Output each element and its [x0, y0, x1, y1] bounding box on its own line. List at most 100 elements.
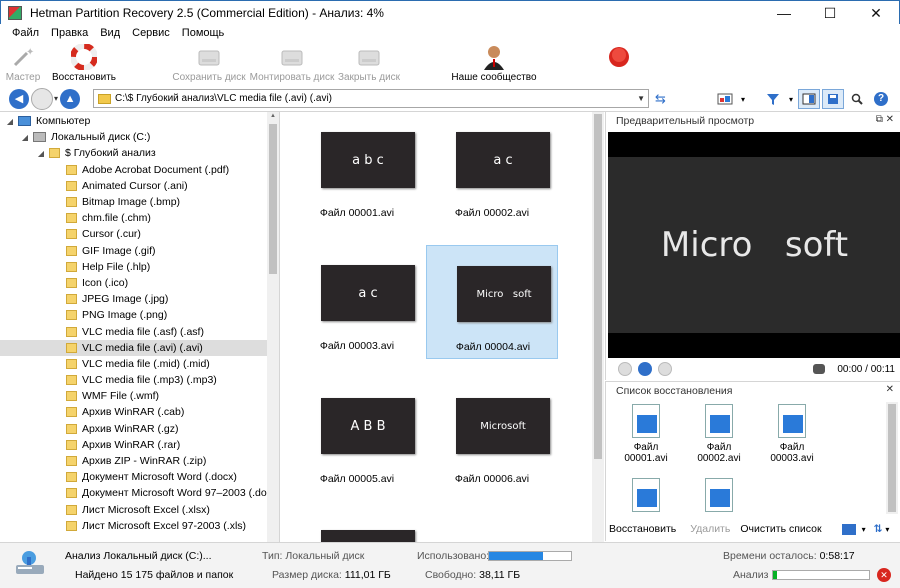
cancel-analysis-icon[interactable]: ✕ — [877, 568, 891, 582]
search-icon[interactable] — [846, 89, 868, 109]
grid-scrollbar[interactable] — [592, 112, 604, 542]
tree-item-folder[interactable]: Adobe Acrobat Document (.pdf) — [0, 162, 279, 178]
collapse-icon[interactable]: ◢ — [36, 149, 46, 158]
play-icon[interactable] — [638, 362, 652, 376]
tree-scrollbar-thumb[interactable] — [269, 124, 277, 274]
tree-item-folder[interactable]: Лист Microsoft Excel 97-2003 (.xls) — [0, 518, 279, 534]
tree-item-folder[interactable]: VLC media file (.mid) (.mid) — [0, 356, 279, 372]
tree-item-folder[interactable]: Animated Cursor (.ani) — [0, 178, 279, 194]
tree-item-computer[interactable]: ◢ Компьютер — [0, 113, 279, 129]
address-dropdown-icon[interactable]: ▼ — [637, 90, 645, 107]
file-tile[interactable]: a c Файл 00002.avi — [426, 112, 558, 226]
file-tile[interactable]: Micro soft Файл 00004.avi — [426, 245, 558, 359]
up-icon[interactable]: ▲ — [60, 88, 81, 109]
tree-item-folder[interactable]: Архив ZIP - WinRAR (.zip) — [0, 453, 279, 469]
file-tile[interactable]: a b c Файл 00001.avi — [291, 112, 423, 226]
save-icon[interactable] — [822, 89, 844, 109]
community-button[interactable]: Наше сообщество — [446, 42, 542, 86]
sort-dropdown-icon[interactable]: ▾ — [885, 525, 889, 534]
tree-item-folder[interactable]: Документ Microsoft Word (.docx) — [0, 469, 279, 485]
menu-service[interactable]: Сервис — [126, 27, 176, 39]
snapshot-icon[interactable] — [813, 364, 826, 374]
tree-item-folder[interactable]: Bitmap Image (.bmp) — [0, 194, 279, 210]
tree-item-folder[interactable]: VLC media file (.avi) (.avi) — [0, 339, 279, 356]
close-button[interactable]: ✕ — [853, 1, 899, 25]
recovery-clear-button[interactable]: Очистить список — [740, 523, 821, 535]
maximize-button[interactable]: ☐ — [807, 1, 853, 25]
stop-button[interactable] — [604, 42, 634, 86]
recovery-item[interactable]: Файл 00001.avi — [611, 404, 681, 464]
minimize-button[interactable]: — — [761, 1, 807, 25]
tree-label: Adobe Acrobat Document (.pdf) — [82, 163, 230, 176]
restore-button[interactable]: Восстановить — [46, 42, 122, 86]
history-dropdown-icon[interactable]: ▾ — [54, 94, 58, 103]
file-tile[interactable]: a c Файл 00003.avi — [291, 245, 423, 359]
tree-item-folder[interactable]: VLC media file (.mp3) (.mp3) — [0, 372, 279, 388]
svg-text:✦: ✦ — [26, 47, 34, 58]
tree-item-folder[interactable]: PNG Image (.png) — [0, 307, 279, 323]
back-icon[interactable]: ◀ — [9, 88, 29, 109]
folder-icon — [98, 93, 111, 104]
video-file-icon — [705, 404, 733, 438]
tree-item-folder[interactable]: GIF Image (.gif) — [0, 243, 279, 259]
pane-controls[interactable]: ⧉ ✕ — [876, 114, 894, 125]
tree-item-folder[interactable]: Архив WinRAR (.cab) — [0, 404, 279, 420]
tree-item-folder[interactable]: Icon (.ico) — [0, 275, 279, 291]
address-input[interactable]: C:\$ Глубокий анализ\VLC media file (.av… — [93, 89, 649, 108]
list-view-icon[interactable] — [841, 523, 856, 535]
preview-pane-icon[interactable] — [798, 89, 820, 109]
tree-item-folder[interactable]: JPEG Image (.jpg) — [0, 291, 279, 307]
recovery-item[interactable]: Файл 00002.avi — [684, 404, 754, 464]
save-disk-button[interactable]: Сохранить диск — [170, 42, 248, 86]
filter-dropdown-icon[interactable]: ▾ — [786, 89, 796, 109]
tree-item-deep-analysis[interactable]: ◢ $ Глубокий анализ — [0, 145, 279, 161]
view-mode-icon[interactable] — [714, 89, 736, 109]
view-dropdown-icon[interactable]: ▾ — [862, 525, 866, 534]
tree-item-folder[interactable]: Лист Microsoft Excel (.xlsx) — [0, 502, 279, 518]
tree-item-folder[interactable]: Архив WinRAR (.rar) — [0, 437, 279, 453]
tree-label: Animated Cursor (.ani) — [82, 179, 188, 192]
mount-disk-label: Монтировать диск — [249, 72, 335, 83]
sort-icon[interactable]: ⇅ — [874, 523, 883, 535]
forward-icon[interactable] — [31, 87, 53, 110]
wizard-button[interactable]: ✦ Мастер — [0, 42, 46, 86]
prev-icon[interactable] — [618, 362, 632, 376]
file-tile[interactable]: Microsoft Файл 00006.avi — [426, 378, 558, 492]
tree-item-folder[interactable]: VLC media file (.asf) (.asf) — [0, 323, 279, 339]
file-tile[interactable]: A B B Файл 00005.avi — [291, 378, 423, 492]
tree-scrollbar[interactable]: ▲ — [267, 112, 279, 542]
video-player[interactable]: Micro soft — [608, 132, 900, 358]
close-disk-button[interactable]: Закрыть диск — [336, 42, 402, 86]
tree-item-folder[interactable]: WMF File (.wmf) — [0, 388, 279, 404]
tree-item-folder[interactable]: chm.file (.chm) — [0, 210, 279, 226]
recovery-item[interactable]: Файл 00003.avi — [757, 404, 827, 464]
recovery-restore-button[interactable]: Восстановить — [609, 523, 676, 535]
menu-view[interactable]: Вид — [94, 27, 126, 39]
menu-edit[interactable]: Правка — [45, 27, 94, 39]
folder-icon — [66, 213, 77, 224]
collapse-icon[interactable]: ◢ — [20, 133, 30, 142]
tree-item-folder[interactable]: Help File (.hlp) — [0, 259, 279, 275]
close-disk-label: Закрыть диск — [337, 72, 401, 83]
recovery-scrollbar-thumb[interactable] — [888, 404, 896, 512]
next-icon[interactable] — [658, 362, 672, 376]
preview-pane: Предварительный просмотр ⧉ ✕ Micro soft … — [605, 112, 900, 380]
recovery-scrollbar[interactable] — [886, 402, 898, 514]
tree-item-folder[interactable]: Cursor (.cur) — [0, 226, 279, 242]
refresh-icon[interactable]: ⇆ — [655, 91, 666, 107]
recovery-close-icon[interactable]: ✕ — [886, 384, 894, 395]
tree-item-folder[interactable]: Архив WinRAR (.gz) — [0, 421, 279, 437]
grid-scrollbar-thumb[interactable] — [594, 114, 602, 459]
collapse-icon[interactable]: ◢ — [5, 117, 15, 126]
menu-help[interactable]: Помощь — [176, 27, 231, 39]
filter-icon[interactable] — [762, 89, 784, 109]
tree-label: chm.file (.chm) — [82, 212, 151, 225]
view-dropdown-icon[interactable]: ▾ — [738, 89, 748, 109]
tree-item-local-disk[interactable]: ◢ Локальный диск (C:) — [0, 129, 279, 145]
tree-item-folder[interactable]: Документ Microsoft Word 97–2003 (.doc) — [0, 485, 279, 501]
recovery-delete-button[interactable]: Удалить — [690, 523, 730, 535]
help-icon[interactable]: ? — [870, 89, 892, 109]
mount-disk-button[interactable]: Монтировать диск — [248, 42, 336, 86]
menu-file[interactable]: Файл — [6, 27, 45, 39]
recovery-list-title: Список восстановления — [616, 385, 733, 397]
